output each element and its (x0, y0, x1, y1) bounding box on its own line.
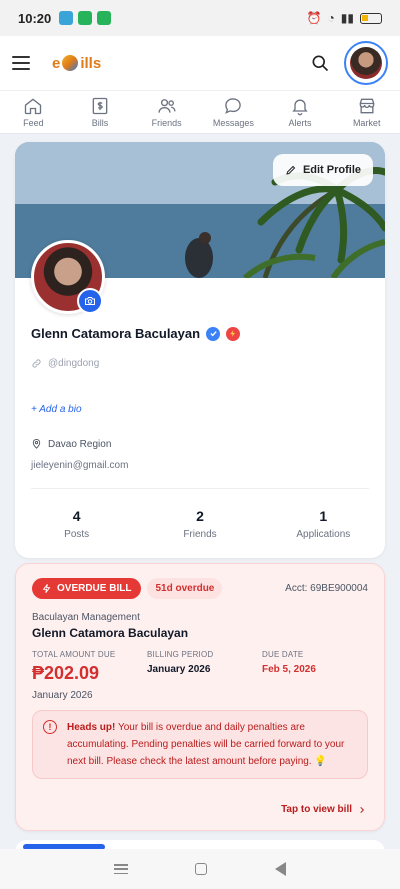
hamburger-icon[interactable] (12, 56, 30, 70)
stat-value: 1 (319, 508, 328, 524)
status-bar: 10:20 ⏰ ◔ ▮▮ (0, 0, 400, 36)
bell-icon (292, 99, 308, 116)
profile-handle: @dingdong (31, 358, 99, 369)
home-icon (25, 98, 42, 115)
tab-market[interactable]: Market (333, 91, 400, 133)
wifi-icon: ◔ (327, 11, 335, 25)
pencil-icon (286, 165, 296, 175)
profile-name: Glenn Catamora Baculayan (31, 326, 201, 341)
alarm-icon: ⏰ (306, 11, 322, 25)
profile-location: Davao Region (31, 438, 111, 450)
stat-friends[interactable]: 2 Friends (138, 508, 261, 540)
add-bio-link[interactable]: + Add a bio (31, 404, 82, 415)
tab-bills[interactable]: Bills (67, 91, 134, 133)
logo-suffix: ills (80, 54, 102, 72)
logo-prefix: e (52, 54, 61, 72)
total-period: January 2026 (32, 690, 93, 701)
main-nav: Feed Bills Friends Messages Alerts Marke… (0, 90, 400, 134)
store-icon (359, 98, 375, 114)
account-number: Acct: 69BE900004 (285, 583, 368, 594)
home-button-icon[interactable] (195, 863, 208, 875)
billing-period-block: BILLING PERIOD January 2026 (147, 650, 262, 701)
overdue-label: OVERDUE BILL (57, 583, 132, 594)
period-value: January 2026 (147, 664, 211, 675)
stat-value: 2 (196, 508, 204, 524)
tab-label: Alerts (288, 118, 312, 128)
bill-header: OVERDUE BILL 51d overdue Acct: 69BE90000… (32, 578, 368, 599)
stat-label: Posts (64, 529, 90, 540)
chevron-right-icon (360, 806, 365, 813)
profile-name-row: Glenn Catamora Baculayan (31, 326, 241, 341)
logo-mark-icon (62, 55, 79, 71)
search-icon[interactable] (310, 53, 330, 73)
biller-name: Baculayan Management (32, 612, 140, 623)
system-nav-bar (0, 849, 400, 889)
battery-icon (360, 12, 382, 24)
profile-stats: 4 Posts 2 Friends 1 Applications (15, 508, 385, 540)
camera-icon (85, 297, 95, 305)
link-icon (32, 359, 41, 368)
stat-posts[interactable]: 4 Posts (15, 508, 138, 540)
tab-feed[interactable]: Feed (0, 91, 67, 133)
stat-applications[interactable]: 1 Applications (262, 508, 385, 540)
tab-label: Market (352, 118, 381, 128)
profile-email: jieleyenin@gmail.com (31, 460, 129, 471)
due-date: Feb 5, 2026 (262, 664, 316, 675)
tab-friends[interactable]: Friends (133, 91, 200, 133)
tab-label: Bills (91, 118, 109, 128)
alert-title: Heads up! (67, 722, 116, 733)
divider (31, 488, 369, 489)
signal-icon: ▮▮ (340, 11, 354, 25)
view-bill-link[interactable]: Tap to view bill (281, 804, 366, 815)
tab-label: Friends (151, 118, 182, 128)
edit-profile-label: Edit Profile (302, 164, 361, 176)
stat-value: 4 (72, 508, 81, 524)
bill-customer-name: Glenn Catamora Baculayan (32, 626, 189, 640)
notification-icon (59, 11, 74, 25)
bill-icon (92, 97, 108, 115)
handle-text: @dingdong (48, 358, 100, 369)
view-bill-label: Tap to view bill (281, 804, 352, 815)
due-caption: DUE DATE (262, 650, 304, 659)
total-amount: ₱202.09 (32, 663, 100, 683)
app-logo[interactable]: e ills (52, 55, 101, 72)
days-overdue-badge: 51d overdue (147, 578, 223, 599)
user-avatar-button[interactable] (344, 41, 388, 85)
verified-icon (206, 326, 221, 341)
overdue-badge: OVERDUE BILL (32, 578, 142, 599)
status-time: 10:20 (18, 10, 52, 26)
notification-icon (78, 11, 93, 25)
avatar (350, 47, 382, 79)
tab-label: Feed (23, 118, 44, 128)
chat-icon (225, 98, 242, 114)
total-amount-block: TOTAL AMOUNT DUE ₱202.09 January 2026 (32, 650, 147, 701)
edit-profile-button[interactable]: Edit Profile (272, 154, 373, 186)
tab-alerts[interactable]: Alerts (267, 91, 334, 133)
stat-label: Applications (296, 529, 351, 540)
friends-icon (158, 99, 176, 113)
recents-icon[interactable] (113, 864, 128, 874)
overdue-bill-card[interactable]: OVERDUE BILL 51d overdue Acct: 69BE90000… (15, 563, 385, 831)
change-photo-button[interactable] (77, 288, 103, 314)
penalty-alert: ! Heads up! Your bill is overdue and dai… (32, 710, 368, 779)
app-header: e ills (0, 36, 400, 90)
stat-label: Friends (183, 529, 217, 540)
bolt-icon (226, 326, 241, 341)
period-caption: BILLING PERIOD (147, 650, 214, 659)
bolt-icon (42, 584, 51, 593)
back-icon[interactable] (275, 862, 287, 876)
location-pin-icon (32, 439, 41, 449)
bill-details: TOTAL AMOUNT DUE ₱202.09 January 2026 BI… (32, 650, 316, 701)
notification-icon (97, 11, 112, 25)
alert-icon: ! (43, 720, 57, 734)
location-text: Davao Region (48, 438, 112, 450)
due-date-block: DUE DATE Feb 5, 2026 (262, 650, 316, 701)
tab-label: Messages (212, 118, 254, 128)
tab-messages[interactable]: Messages (200, 91, 267, 133)
profile-card: Edit Profile Glenn Catamora Baculayan @d… (15, 142, 385, 558)
total-caption: TOTAL AMOUNT DUE (32, 650, 116, 659)
